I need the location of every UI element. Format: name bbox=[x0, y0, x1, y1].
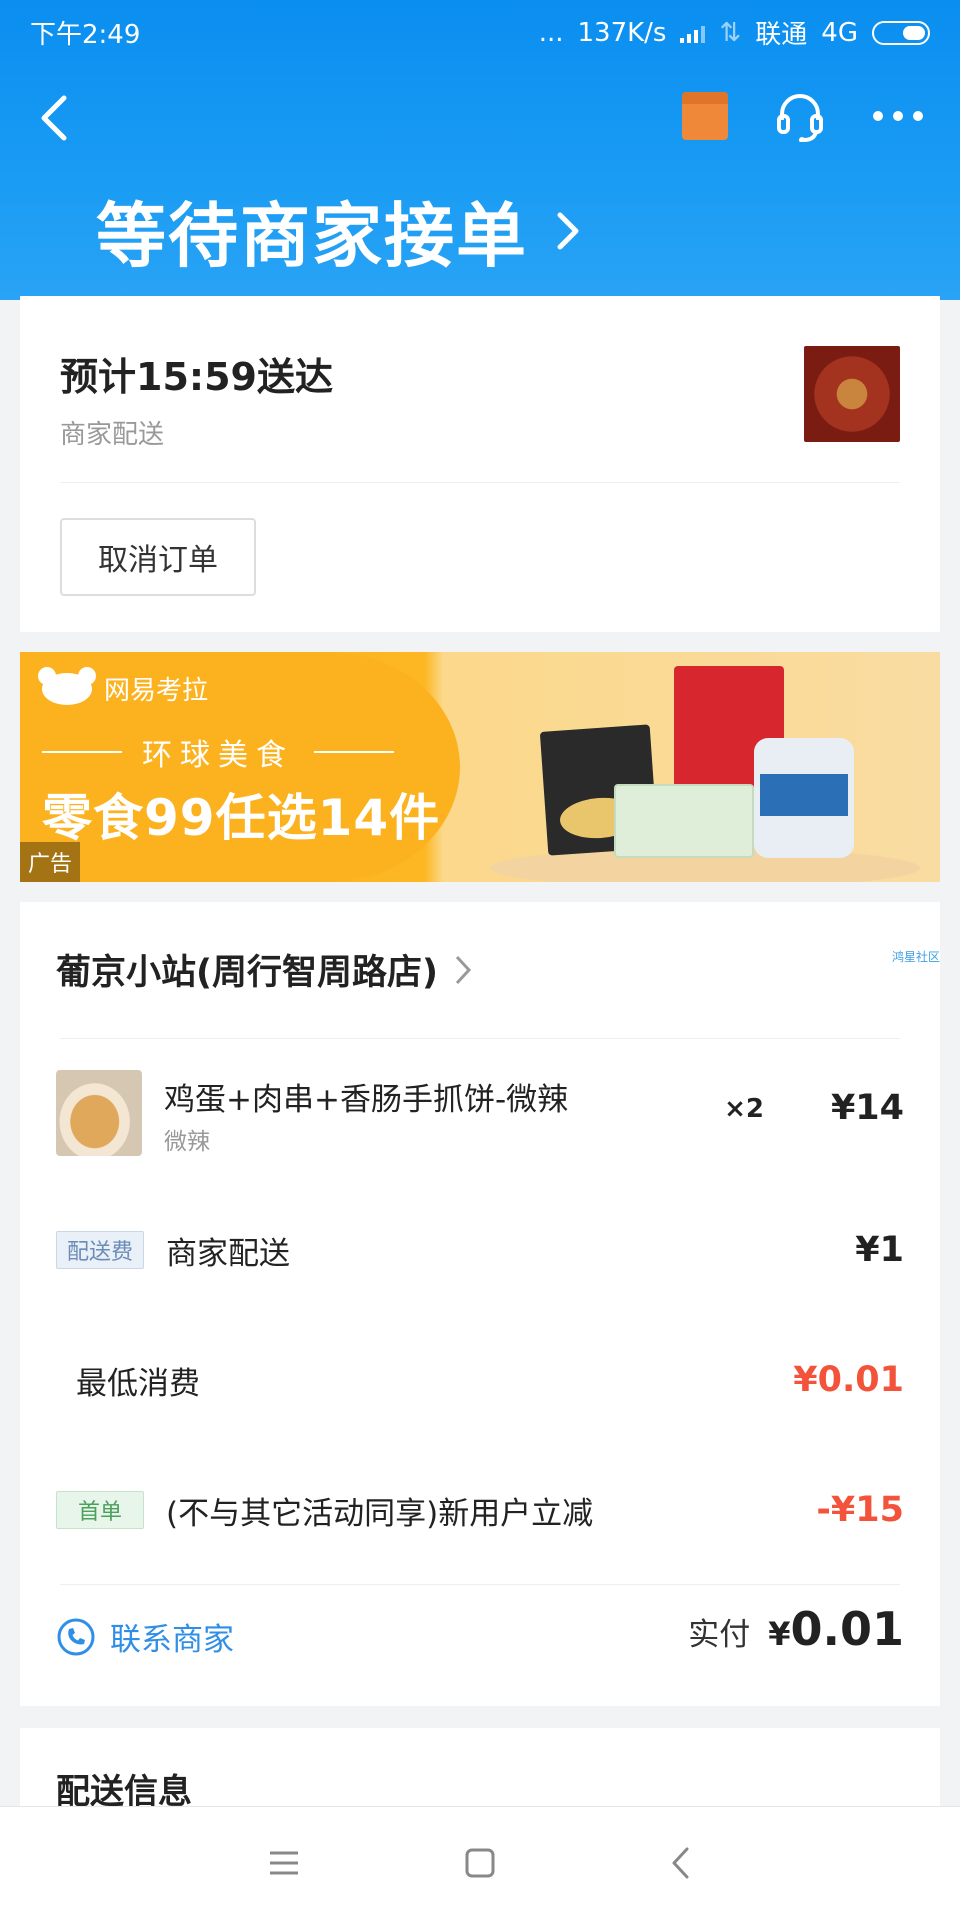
phone-icon bbox=[57, 1618, 95, 1655]
order-status-title: 等待商家接单 bbox=[96, 195, 528, 277]
menu-icon[interactable] bbox=[262, 1841, 306, 1885]
minimum-spend-label: 最低消费 bbox=[76, 1365, 200, 1402]
more-icon[interactable] bbox=[872, 109, 924, 123]
item-image bbox=[56, 1070, 142, 1156]
watermark: 鸿星社区 bbox=[891, 950, 940, 964]
order-item[interactable]: 鸡蛋+肉串+香肠手抓饼-微辣 微辣 ×2 ¥14 bbox=[56, 1070, 904, 1158]
network-type: 4G bbox=[821, 17, 858, 48]
nav-actions bbox=[682, 90, 924, 142]
pay-label: 实付 bbox=[688, 1617, 751, 1653]
koala-logo-icon bbox=[38, 666, 96, 705]
pay-currency: ¥ bbox=[768, 1615, 791, 1653]
divider bbox=[60, 1038, 900, 1039]
back-icon[interactable] bbox=[34, 88, 78, 148]
pay-value: 0.01 bbox=[790, 1602, 905, 1656]
status-bar: 下午2:49 ... 137K/s ⇅ 联通 4G bbox=[0, 0, 960, 60]
signal-icon bbox=[680, 23, 706, 43]
order-header: 下午2:49 ... 137K/s ⇅ 联通 4G 等待商家接单 bbox=[0, 0, 960, 300]
payment-total: 实付 ¥0.01 bbox=[688, 1602, 904, 1656]
ad-subtitle-row: 环球美食 bbox=[42, 730, 394, 774]
delivery-fee-label: 商家配送 bbox=[166, 1235, 291, 1272]
ad-product-image bbox=[754, 738, 854, 858]
delivery-type: 商家配送 bbox=[60, 420, 165, 450]
item-quantity: ×2 bbox=[724, 1094, 764, 1124]
divider bbox=[42, 751, 122, 753]
divider bbox=[60, 1584, 900, 1585]
data-transfer-icon: ⇅ bbox=[719, 17, 742, 48]
item-spec: 微辣 bbox=[164, 1129, 210, 1155]
discount-label: (不与其它活动同享)新用户立减 bbox=[166, 1495, 594, 1532]
contact-merchant-label: 联系商家 bbox=[110, 1622, 234, 1658]
divider bbox=[314, 751, 394, 753]
divider bbox=[60, 482, 900, 483]
ad-product-image bbox=[614, 784, 754, 858]
package-icon[interactable] bbox=[682, 92, 728, 140]
first-order-badge: 首单 bbox=[56, 1491, 144, 1529]
home-icon[interactable] bbox=[458, 1841, 502, 1885]
customer-service-icon[interactable] bbox=[774, 90, 826, 142]
minimum-spend-amount: ¥0.01 bbox=[793, 1360, 904, 1400]
carrier-name: 联通 bbox=[755, 20, 808, 50]
delivery-card: 预计15:59送达 商家配送 取消订单 bbox=[20, 296, 940, 632]
food-thumbnail[interactable] bbox=[804, 346, 900, 442]
status-time: 下午2:49 bbox=[30, 20, 141, 50]
cancel-order-button[interactable]: 取消订单 bbox=[60, 518, 256, 596]
delivery-eta: 预计15:59送达 bbox=[60, 355, 333, 399]
system-nav-bar bbox=[0, 1806, 960, 1920]
ad-tag: 广告 bbox=[20, 842, 81, 882]
back-nav-icon[interactable] bbox=[660, 1841, 704, 1885]
shop-name: 葡京小站(周行智周路店) bbox=[56, 953, 438, 993]
ad-banner[interactable]: 网易考拉 环球美食 零食99任选14件 广告 bbox=[20, 652, 940, 882]
discount-row: 首单 (不与其它活动同享)新用户立减 -¥15 bbox=[56, 1480, 904, 1540]
status-indicators: ... 137K/s ⇅ 联通 4G bbox=[539, 14, 930, 51]
minimum-spend-row: 最低消费 ¥0.01 bbox=[56, 1350, 904, 1410]
battery-icon bbox=[872, 20, 930, 45]
chevron-right-icon bbox=[455, 955, 472, 984]
ad-brand: 网易考拉 bbox=[38, 666, 209, 707]
delivery-fee-row: 配送费 商家配送 ¥1 bbox=[56, 1220, 904, 1280]
ad-subtitle: 环球美食 bbox=[142, 738, 294, 773]
ad-headline: 零食99任选14件 bbox=[42, 789, 441, 847]
delivery-fee-badge: 配送费 bbox=[56, 1231, 145, 1269]
item-price: ¥14 bbox=[830, 1088, 904, 1128]
order-status-link[interactable]: 等待商家接单 bbox=[96, 180, 582, 281]
network-speed: 137K/s bbox=[577, 17, 667, 48]
ad-brand-name: 网易考拉 bbox=[104, 676, 209, 706]
item-name: 鸡蛋+肉串+香肠手抓饼-微辣 bbox=[164, 1082, 569, 1118]
chevron-right-icon bbox=[557, 212, 579, 249]
pay-amount: ¥0.01 bbox=[768, 1602, 904, 1656]
order-detail-card: 葡京小站(周行智周路店) 鸿星社区 鸡蛋+肉串+香肠手抓饼-微辣 微辣 ×2 ¥… bbox=[20, 902, 940, 1706]
contact-merchant-button[interactable]: 联系商家 bbox=[56, 1614, 234, 1659]
delivery-fee-amount: ¥1 bbox=[855, 1230, 904, 1270]
status-dots: ... bbox=[538, 17, 564, 48]
discount-amount: -¥15 bbox=[816, 1490, 904, 1530]
shop-link[interactable]: 葡京小站(周行智周路店) bbox=[56, 944, 472, 995]
